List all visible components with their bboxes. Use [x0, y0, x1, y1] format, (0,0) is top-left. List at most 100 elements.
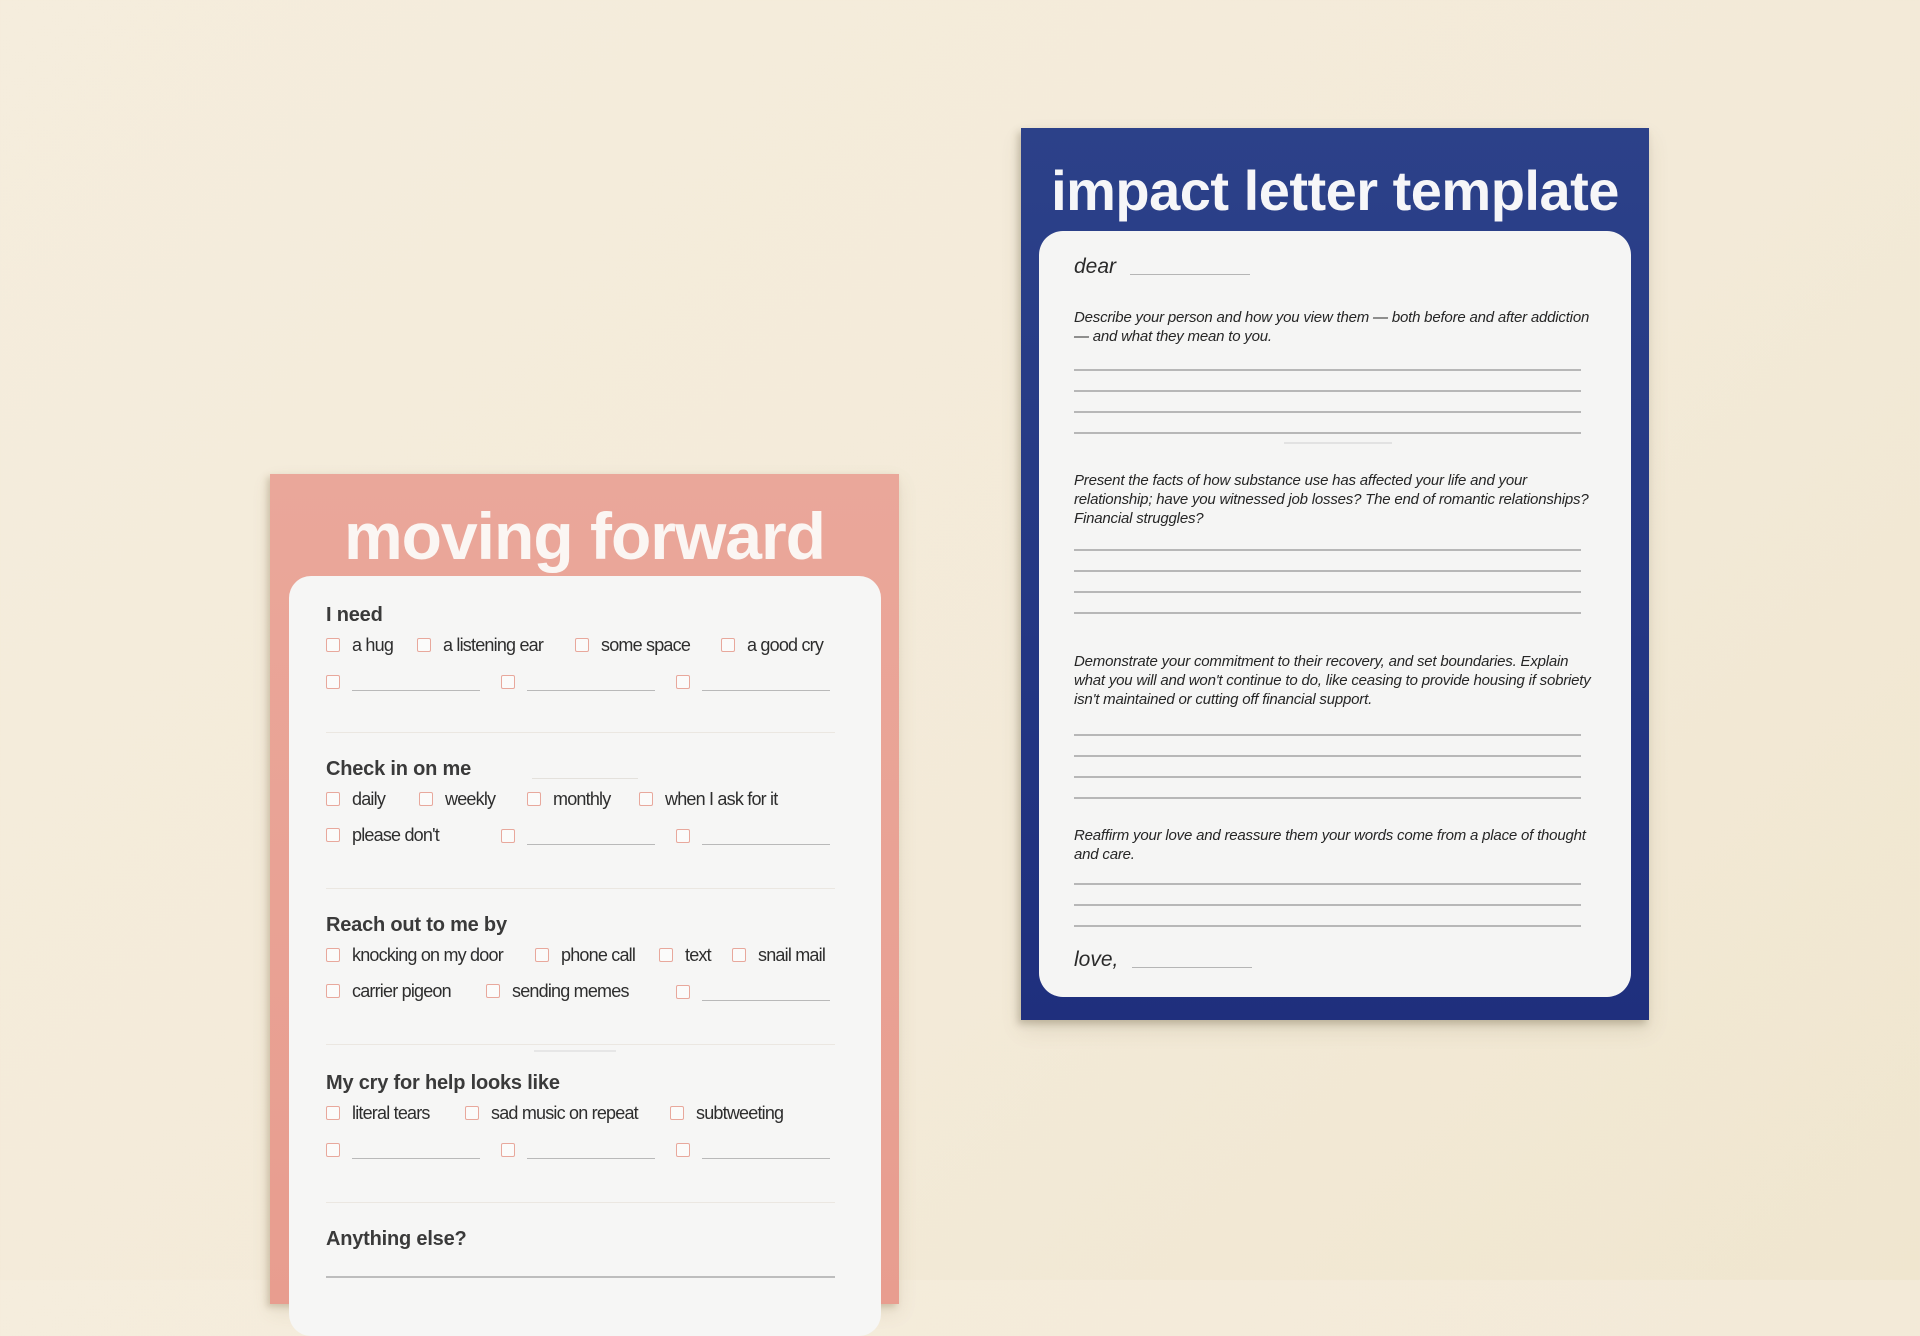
checkbox[interactable]: [732, 948, 746, 962]
option-phone-call[interactable]: phone call: [535, 946, 636, 964]
option-label: a listening ear: [443, 635, 544, 655]
checkbox[interactable]: [326, 984, 340, 998]
checkbox[interactable]: [721, 638, 735, 652]
checkbox[interactable]: [486, 984, 500, 998]
write-in-row: [326, 1132, 844, 1168]
write-in-option[interactable]: [676, 1140, 830, 1159]
checkbox[interactable]: [326, 792, 340, 806]
section-heading: Check in on me: [326, 756, 844, 782]
option-row: carrier pigeon sending memes: [326, 974, 844, 1010]
impact-letter-card: impact letter template dear Describe you…: [1021, 128, 1649, 1020]
write-line[interactable]: [1074, 797, 1581, 799]
option-sad-music[interactable]: sad music on repeat: [465, 1104, 639, 1122]
checkbox[interactable]: [670, 1106, 684, 1120]
option-monthly[interactable]: monthly: [527, 789, 611, 809]
checkbox[interactable]: [465, 1106, 479, 1120]
checkbox[interactable]: [527, 792, 541, 806]
write-line[interactable]: [1074, 390, 1581, 392]
prompt-describe: Describe your person and how you view th…: [1074, 309, 1590, 345]
option-weekly[interactable]: weekly: [419, 790, 496, 808]
option-sending-memes[interactable]: sending memes: [486, 982, 629, 1000]
write-in-field[interactable]: [702, 982, 830, 1001]
write-line[interactable]: [1074, 570, 1581, 572]
checkbox[interactable]: [417, 638, 431, 652]
checkbox[interactable]: [419, 792, 433, 806]
write-in-option[interactable]: [676, 672, 830, 691]
write-in-option[interactable]: [676, 982, 830, 1001]
checkbox[interactable]: [659, 948, 673, 962]
section-divider: [326, 1044, 835, 1045]
write-line[interactable]: [1074, 432, 1581, 434]
section-cry-for-help: My cry for help looks like literal tears…: [326, 1070, 844, 1168]
write-line[interactable]: [1074, 549, 1581, 551]
option-subtweeting[interactable]: subtweeting: [670, 1104, 784, 1122]
checkbox[interactable]: [676, 1142, 690, 1157]
option-knocking-on-my-door[interactable]: knocking on my door: [326, 946, 504, 964]
write-in-option[interactable]: [501, 1140, 655, 1159]
section-heading: Anything else?: [326, 1228, 467, 1250]
write-line[interactable]: [1074, 612, 1581, 614]
write-line[interactable]: [1074, 925, 1581, 927]
anything-else-write-line[interactable]: [326, 1276, 835, 1278]
write-in-field[interactable]: [527, 826, 655, 845]
checkbox[interactable]: [326, 638, 340, 652]
option-some-space[interactable]: some space: [575, 636, 691, 654]
write-in-field[interactable]: [527, 672, 655, 691]
checkbox[interactable]: [326, 674, 340, 689]
option-a-listening-ear[interactable]: a listening ear: [417, 635, 544, 655]
write-in-option[interactable]: [501, 826, 655, 845]
checkbox[interactable]: [676, 984, 690, 999]
checkbox[interactable]: [326, 1142, 340, 1157]
write-line[interactable]: [1074, 776, 1581, 778]
write-in-field[interactable]: [352, 1140, 480, 1159]
write-in-option[interactable]: [676, 826, 830, 845]
write-in-option[interactable]: [326, 672, 480, 691]
checkbox[interactable]: [501, 828, 515, 843]
recipient-name-field[interactable]: [1130, 274, 1251, 275]
write-line[interactable]: [1074, 411, 1581, 413]
checkbox[interactable]: [326, 828, 340, 842]
option-when-i-ask[interactable]: when I ask for it: [639, 790, 778, 808]
option-label: monthly: [553, 789, 611, 809]
write-line[interactable]: [1074, 369, 1581, 371]
write-in-row: [326, 664, 844, 700]
write-in-field[interactable]: [702, 672, 830, 691]
checkbox[interactable]: [575, 638, 589, 652]
write-in-option[interactable]: [326, 1140, 480, 1159]
signature-field[interactable]: [1132, 967, 1253, 968]
write-line[interactable]: [1074, 883, 1581, 885]
write-line[interactable]: [1074, 734, 1581, 736]
write-in-option[interactable]: [501, 672, 655, 691]
option-label: please don't: [352, 825, 440, 845]
option-a-hug[interactable]: a hug: [326, 635, 394, 655]
write-in-field[interactable]: [527, 1140, 655, 1159]
option-please-dont[interactable]: please don't: [326, 825, 440, 845]
checkbox[interactable]: [501, 1142, 515, 1157]
option-a-good-cry[interactable]: a good cry: [721, 636, 824, 654]
impact-letter-form: dear Describe your person and how you vi…: [1039, 231, 1631, 997]
option-text[interactable]: text: [659, 945, 712, 965]
prompt-reaffirm-love: Reaffirm your love and reassure them you…: [1074, 827, 1586, 863]
checkbox[interactable]: [326, 948, 340, 962]
option-literal-tears[interactable]: literal tears: [326, 1104, 430, 1122]
option-label: a hug: [352, 635, 394, 655]
write-in-field[interactable]: [702, 826, 830, 845]
checkbox[interactable]: [676, 828, 690, 843]
write-line[interactable]: [1074, 755, 1581, 757]
moving-forward-title: moving forward: [343, 499, 826, 573]
write-in-field[interactable]: [702, 1140, 830, 1159]
write-line[interactable]: [1074, 904, 1581, 906]
checkbox[interactable]: [326, 1106, 340, 1120]
write-in-field[interactable]: [352, 672, 480, 691]
checkbox[interactable]: [501, 674, 515, 689]
option-label: text: [685, 945, 712, 965]
section-divider: [326, 888, 835, 889]
checkbox[interactable]: [639, 792, 653, 806]
option-snail-mail[interactable]: snail mail: [732, 946, 826, 964]
option-carrier-pigeon[interactable]: carrier pigeon: [326, 982, 452, 1000]
option-label: literal tears: [352, 1103, 430, 1123]
checkbox[interactable]: [676, 674, 690, 689]
write-line[interactable]: [1074, 591, 1581, 593]
option-daily[interactable]: daily: [326, 790, 386, 808]
checkbox[interactable]: [535, 948, 549, 962]
